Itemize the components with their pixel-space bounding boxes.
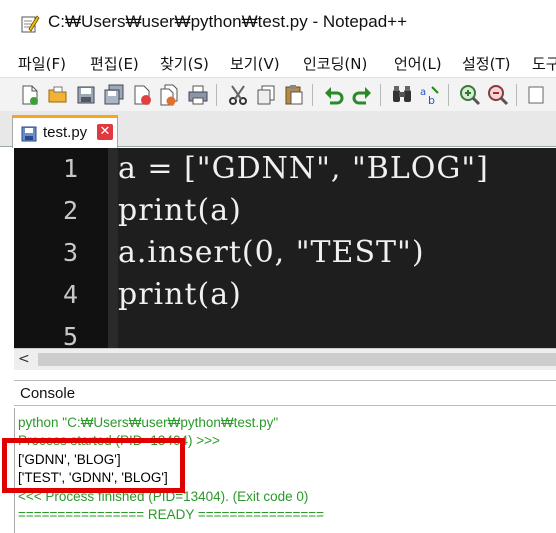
output-highlight-box xyxy=(2,438,185,493)
toolbar-separator xyxy=(216,84,217,106)
toolbar-separator xyxy=(312,84,313,106)
code-line[interactable]: print(a) xyxy=(118,193,242,228)
zoom-out-icon[interactable] xyxy=(486,83,510,107)
console-title: Console xyxy=(20,385,76,402)
line-number: 3 xyxy=(62,238,78,267)
window-title: C:₩Users₩user₩python₩test.py - Notepad++ xyxy=(48,12,408,31)
line-number: 2 xyxy=(62,196,78,225)
find-icon[interactable] xyxy=(390,83,414,107)
toolbar-separator xyxy=(516,84,517,106)
svg-text:a: a xyxy=(420,87,426,98)
tab-strip: test.py ✕ xyxy=(0,111,556,148)
line-number: 5 xyxy=(62,322,78,348)
close-all-icon[interactable] xyxy=(158,83,182,107)
menu-language[interactable]: 언어(L) xyxy=(394,53,442,74)
copy-icon[interactable] xyxy=(254,83,278,107)
tab-label: test.py xyxy=(43,124,88,141)
toolbar-separator xyxy=(448,84,449,106)
close-icon[interactable] xyxy=(130,83,154,107)
line-number: 4 xyxy=(62,280,78,309)
menu-edit[interactable]: 편집(E) xyxy=(90,53,139,74)
menu-settings[interactable]: 설정(T) xyxy=(462,53,510,74)
svg-text:b: b xyxy=(428,94,435,107)
menu-search[interactable]: 찾기(S) xyxy=(160,53,209,74)
menu-encoding[interactable]: 인코딩(N) xyxy=(303,53,367,74)
line-number: 1 xyxy=(62,154,78,183)
save-all-icon[interactable] xyxy=(102,83,126,107)
tab-close-icon[interactable]: ✕ xyxy=(97,124,113,140)
scrollbar-thumb[interactable] xyxy=(38,353,556,366)
console-line: python "C:₩Users₩user₩python₩test.py" xyxy=(18,415,279,430)
title-bar: C:₩Users₩user₩python₩test.py - Notepad++ xyxy=(0,0,556,44)
code-line[interactable]: a.insert(0, "TEST") xyxy=(118,235,425,270)
save-icon[interactable] xyxy=(74,83,98,107)
notepadpp-icon xyxy=(21,15,40,33)
console-line: ================ READY ================ xyxy=(18,507,325,522)
open-file-icon[interactable] xyxy=(46,83,70,107)
code-line[interactable]: print(a) xyxy=(118,277,242,312)
scroll-left-arrow[interactable]: < xyxy=(18,351,30,367)
tab-test-py[interactable]: test.py ✕ xyxy=(12,115,118,148)
cut-icon[interactable] xyxy=(226,83,250,107)
paste-icon[interactable] xyxy=(282,83,306,107)
code-editor[interactable]: 1 2 3 4 5 a = ["GDNN", "BLOG"] print(a) … xyxy=(14,148,556,348)
horizontal-scrollbar[interactable]: < xyxy=(14,348,556,370)
replace-icon[interactable]: ab xyxy=(418,83,442,107)
toolbar: ab xyxy=(0,77,556,111)
file-saved-icon xyxy=(21,126,37,142)
menu-file[interactable]: 파일(F) xyxy=(18,53,66,74)
menu-tools[interactable]: 도구 xyxy=(532,53,556,74)
menu-bar: 파일(F) 편집(E) 찾기(S) 보기(V) 인코딩(N) 언어(L) 설정(… xyxy=(0,46,556,76)
redo-icon[interactable] xyxy=(350,83,374,107)
toolbar-more-icon[interactable] xyxy=(526,83,550,107)
fold-margin xyxy=(108,148,118,348)
menu-view[interactable]: 보기(V) xyxy=(230,53,280,74)
undo-icon[interactable] xyxy=(322,83,346,107)
toolbar-separator xyxy=(380,84,381,106)
print-icon[interactable] xyxy=(186,83,210,107)
console-header: Console xyxy=(14,380,556,406)
new-file-icon[interactable] xyxy=(18,83,42,107)
code-line[interactable]: a = ["GDNN", "BLOG"] xyxy=(118,151,489,186)
zoom-in-icon[interactable] xyxy=(458,83,482,107)
line-number-gutter: 1 2 3 4 5 xyxy=(14,148,118,348)
